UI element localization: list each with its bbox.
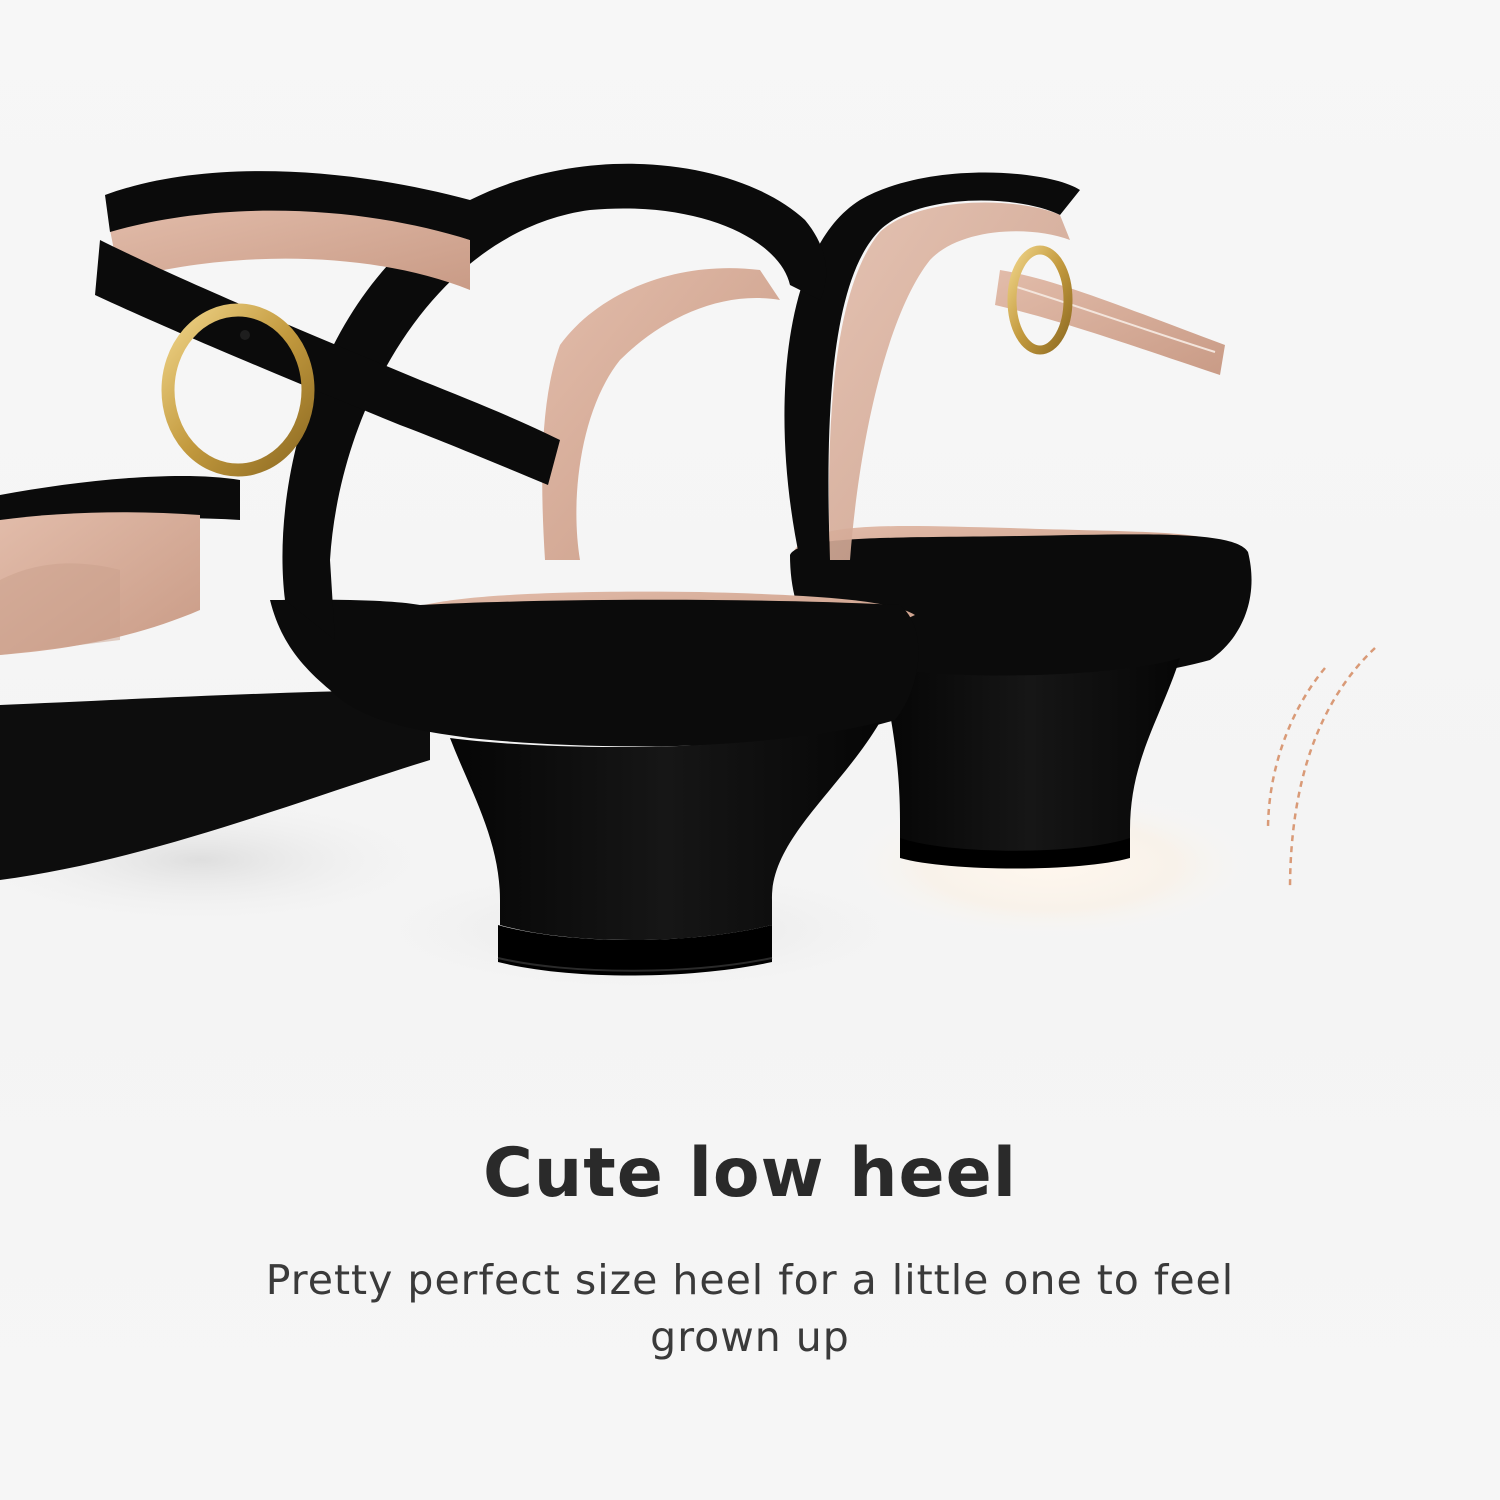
feature-headline: Cute low heel [482,1134,1018,1213]
product-feature-card: Cute low heel Pretty perfect size heel f… [0,0,1500,1500]
back-sandal [784,172,1252,869]
sandals-photo [0,163,1376,1000]
feature-description: Pretty perfect size heel for a little on… [265,1256,1235,1362]
motion-lines-icon [1266,647,1376,891]
